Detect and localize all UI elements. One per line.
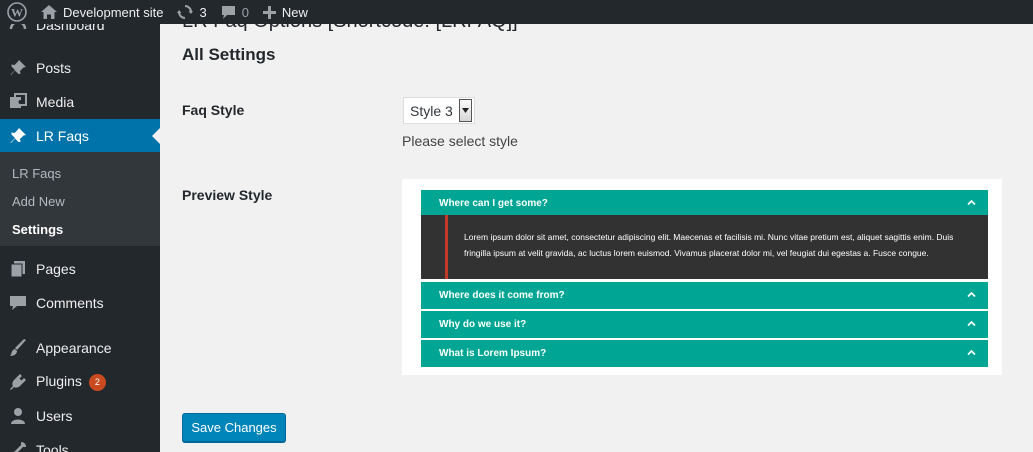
admin-bar: W Development site 3 0 New xyxy=(0,0,1033,24)
media-icon xyxy=(8,92,28,112)
plus-icon xyxy=(262,5,276,19)
menu-item-comments[interactable]: Comments xyxy=(0,286,160,320)
faq-question-text: Where can I get some? xyxy=(439,198,548,209)
save-changes-button[interactable]: Save Changes xyxy=(182,413,286,442)
faq-answer-text: Lorem ipsum dolor sit amet, consectetur … xyxy=(464,232,954,258)
menu-label-appearance: Appearance xyxy=(36,340,112,356)
answer-accent-bar xyxy=(445,215,448,279)
faq-question-text: Why do we use it? xyxy=(439,319,527,330)
menu-label-tools: Tools xyxy=(36,442,69,452)
chevron-up-icon xyxy=(967,349,976,356)
faq-question-4[interactable]: What is Lorem Ipsum? xyxy=(421,340,988,367)
user-icon xyxy=(8,406,28,426)
menu-item-appearance[interactable]: Appearance xyxy=(0,331,160,365)
dropdown-arrow-icon[interactable] xyxy=(459,99,472,122)
home-icon xyxy=(41,5,57,19)
menu-label-comments: Comments xyxy=(36,295,104,311)
plugins-update-badge: 2 xyxy=(88,373,106,391)
submenu-item-lr-faqs[interactable]: LR Faqs xyxy=(12,166,61,181)
preview-style-label: Preview Style xyxy=(182,187,273,203)
faq-question-text: What is Lorem Ipsum? xyxy=(439,348,547,359)
lr-faqs-submenu: LR Faqs Add New Settings xyxy=(0,152,160,246)
pin-icon xyxy=(8,58,28,78)
comments-count: 0 xyxy=(241,4,249,20)
plugins-label-text: Plugins xyxy=(36,373,82,390)
site-name-link[interactable]: Development site xyxy=(34,0,170,24)
pages-icon xyxy=(8,259,28,279)
new-label: New xyxy=(281,4,308,20)
menu-label-posts: Posts xyxy=(36,60,72,76)
wordpress-logo-icon: W xyxy=(7,2,27,22)
submenu-item-add-new[interactable]: Add New xyxy=(12,194,65,209)
svg-text:W: W xyxy=(11,6,23,20)
chevron-up-icon xyxy=(967,291,976,298)
menu-item-pages[interactable]: Pages xyxy=(0,252,160,286)
updates-link[interactable]: 3 xyxy=(170,0,213,24)
comments-icon xyxy=(8,293,28,313)
pin-icon xyxy=(8,126,28,146)
menu-label-plugins: Plugins 2 xyxy=(36,373,106,391)
updates-icon xyxy=(177,5,194,19)
faq-answer-1: Lorem ipsum dolor sit amet, consectetur … xyxy=(421,215,988,279)
menu-item-lr-faqs[interactable]: LR Faqs xyxy=(0,119,160,153)
faq-style-description: Please select style xyxy=(402,133,518,149)
chevron-up-icon xyxy=(967,320,976,327)
brush-icon xyxy=(8,338,28,358)
menu-item-tools[interactable]: Tools xyxy=(0,433,160,452)
comments-link[interactable]: 0 xyxy=(214,0,256,24)
main-content: LR Faq Options [Shortcode: [LRFAQ]] All … xyxy=(160,10,1033,452)
wordpress-logo-button[interactable]: W xyxy=(0,0,34,24)
faq-preview: Where can I get some? Lorem ipsum dolor … xyxy=(402,179,1002,375)
menu-label-media: Media xyxy=(36,94,75,110)
menu-item-media[interactable]: Media xyxy=(0,85,160,119)
menu-label-lr-faqs: LR Faqs xyxy=(36,128,89,144)
section-title: All Settings xyxy=(182,45,276,64)
menu-label-users: Users xyxy=(36,408,73,424)
updates-count: 3 xyxy=(199,4,207,20)
faq-question-text: Where does it come from? xyxy=(439,290,565,301)
new-content-link[interactable]: New xyxy=(256,0,315,24)
submenu-item-settings[interactable]: Settings xyxy=(12,222,63,237)
menu-item-plugins[interactable]: Plugins 2 xyxy=(0,365,160,399)
menu-item-posts[interactable]: Posts xyxy=(0,51,160,85)
faq-style-select[interactable]: Style 3 xyxy=(403,97,475,124)
menu-item-users[interactable]: Users xyxy=(0,399,160,433)
faq-question-2[interactable]: Where does it come from? xyxy=(421,282,988,309)
admin-sidebar: Dashboard Posts Media LR Faqs LR Faqs Ad… xyxy=(0,17,160,452)
faq-style-selected-value: Style 3 xyxy=(410,102,453,119)
faq-style-label: Faq Style xyxy=(182,102,245,118)
comment-bubble-icon xyxy=(221,5,235,19)
plugin-icon xyxy=(8,372,28,392)
chevron-up-icon xyxy=(967,199,976,206)
faq-question-3[interactable]: Why do we use it? xyxy=(421,311,988,338)
wrench-icon xyxy=(8,440,28,452)
site-name-label: Development site xyxy=(63,4,164,20)
menu-label-pages: Pages xyxy=(36,261,76,277)
faq-question-1[interactable]: Where can I get some? xyxy=(421,190,988,217)
